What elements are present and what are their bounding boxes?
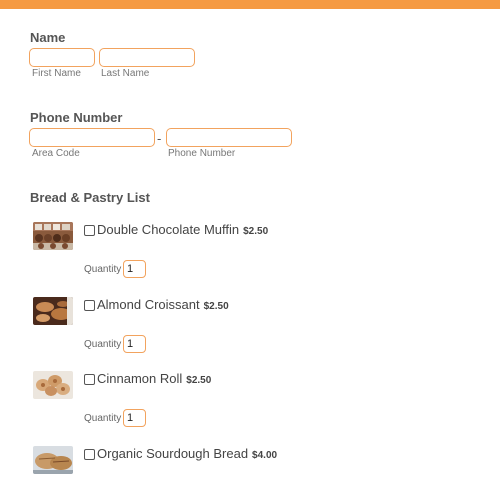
quantity-label: Quantity: [84, 339, 122, 350]
area-code-input[interactable]: [29, 128, 155, 147]
cinnamon-roll-label[interactable]: Cinnamon Roll $2.50: [97, 371, 211, 386]
phone-number-label: Phone Number: [30, 110, 123, 125]
quantity-label: Quantity: [84, 413, 122, 424]
organic-sourdough-bread-checkbox[interactable]: [84, 449, 95, 460]
quantity-label: Quantity: [84, 264, 122, 275]
first-name-sublabel: First Name: [32, 68, 81, 79]
sourdough-product-image: [33, 446, 73, 474]
first-name-input[interactable]: [29, 48, 95, 67]
product-name: Double Chocolate Muffin: [97, 222, 240, 237]
muffin-quantity-input[interactable]: 1: [123, 260, 146, 278]
last-name-sublabel: Last Name: [101, 68, 150, 79]
name-label: Name: [30, 30, 66, 45]
cinnamon-roll-product-image: [33, 371, 73, 399]
product-name: Almond Croissant: [97, 297, 200, 312]
muffin-product-image: [33, 222, 73, 250]
cinnamon-roll-checkbox[interactable]: [84, 374, 95, 385]
product-name: Organic Sourdough Bread: [97, 446, 249, 461]
almond-croissant-checkbox[interactable]: [84, 300, 95, 311]
double-chocolate-muffin-label[interactable]: Double Chocolate Muffin $2.50: [97, 222, 268, 237]
area-code-sublabel: Area Code: [32, 148, 80, 159]
almond-croissant-label[interactable]: Almond Croissant $2.50: [97, 297, 229, 312]
product-price: $2.50: [203, 301, 229, 312]
cinnamon-roll-quantity-input[interactable]: 1: [123, 409, 146, 427]
croissant-product-image: [33, 297, 73, 325]
product-price: $4.00: [252, 450, 278, 461]
product-price: $2.50: [243, 226, 269, 237]
organic-sourdough-bread-label[interactable]: Organic Sourdough Bread $4.00: [97, 446, 277, 461]
bread-pastry-list-label: Bread & Pastry List: [30, 190, 150, 205]
phone-number-sublabel: Phone Number: [168, 148, 236, 159]
phone-number-input[interactable]: [166, 128, 292, 147]
croissant-quantity-input[interactable]: 1: [123, 335, 146, 353]
product-price: $2.50: [186, 375, 212, 386]
phone-separator: -: [157, 131, 162, 146]
top-accent-bar: [0, 0, 500, 9]
double-chocolate-muffin-checkbox[interactable]: [84, 225, 95, 236]
product-name: Cinnamon Roll: [97, 371, 183, 386]
last-name-input[interactable]: [99, 48, 195, 67]
